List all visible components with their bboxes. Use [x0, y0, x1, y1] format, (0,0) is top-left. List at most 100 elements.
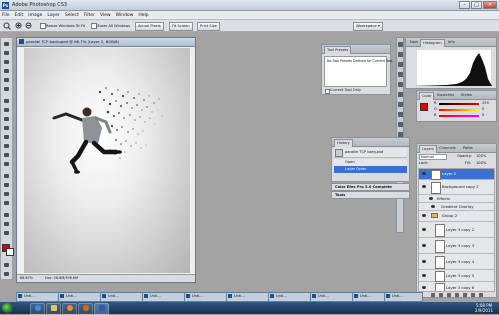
canvas[interactable] — [24, 48, 190, 273]
minimize-button[interactable]: – — [459, 1, 470, 9]
tab-histogram[interactable]: Histogram — [420, 39, 445, 47]
slice-tool-icon[interactable] — [3, 86, 11, 92]
layer-row[interactable]: Layer 3 copy 2 — [419, 222, 494, 238]
tab-color[interactable]: Color — [419, 92, 435, 100]
minimized-doc-tab[interactable]: Unti... — [384, 292, 423, 302]
eye-icon[interactable] — [422, 185, 426, 188]
explorer-icon[interactable] — [46, 303, 61, 315]
screen-mode-icon[interactable] — [3, 271, 11, 277]
zoom-tool-icon[interactable] — [3, 22, 11, 30]
history-step-selected[interactable]: Layer Order — [334, 166, 407, 173]
layer-effects-row[interactable]: Effects — [419, 195, 494, 203]
channel-r-value[interactable]: 255 — [482, 101, 489, 106]
layer-row[interactable]: Background copy 2 — [419, 180, 494, 195]
ie-icon[interactable] — [30, 303, 45, 315]
background-color-swatch[interactable] — [6, 248, 14, 256]
dock-icon-3[interactable] — [398, 62, 403, 67]
start-orb-icon[interactable] — [2, 303, 13, 313]
layer-style-icon[interactable] — [438, 293, 443, 297]
media-player-icon[interactable] — [62, 303, 77, 315]
eye-icon[interactable] — [422, 244, 426, 247]
dock-icon-4[interactable] — [398, 72, 403, 77]
eye-icon[interactable] — [431, 205, 435, 208]
history-step-open[interactable]: Open — [334, 159, 407, 166]
eye-icon[interactable] — [422, 214, 426, 217]
eye-icon[interactable] — [422, 260, 426, 263]
photoshop-taskbar-icon[interactable] — [94, 303, 109, 315]
new-group-icon[interactable] — [462, 293, 467, 297]
menu-edit[interactable]: Edit — [15, 13, 24, 18]
tab-styles[interactable]: Styles — [459, 92, 474, 99]
eye-icon[interactable] — [422, 172, 426, 175]
blue-slider[interactable] — [439, 115, 479, 117]
actual-pixels-button[interactable]: Actual Pixels — [135, 22, 164, 31]
fit-screen-button[interactable]: Fit Screen — [169, 22, 193, 31]
menu-window[interactable]: Window — [116, 13, 134, 18]
zoom-out-icon[interactable] — [25, 22, 33, 30]
menu-image[interactable]: Image — [28, 13, 42, 18]
move-tool-icon[interactable] — [3, 41, 11, 47]
dock-icon-5[interactable] — [398, 82, 403, 87]
fill-value[interactable]: 100% — [476, 161, 486, 166]
eraser-tool-icon[interactable] — [3, 134, 11, 140]
channel-g-value[interactable]: 0 — [482, 107, 484, 112]
menu-view[interactable]: View — [100, 13, 111, 18]
quick-mask-icon[interactable] — [3, 262, 11, 268]
dock-icon-2[interactable] — [398, 52, 403, 57]
close-button[interactable]: ✕ — [483, 1, 497, 9]
layer-row[interactable]: Layer 3 copy 6 — [419, 282, 494, 291]
dock-icon-1[interactable] — [398, 42, 403, 47]
trash-icon[interactable] — [478, 293, 483, 297]
layer-effect-row[interactable]: Gradient Overlay — [419, 203, 494, 211]
layer-mask-icon[interactable] — [446, 293, 451, 297]
menu-file[interactable]: File — [2, 13, 10, 18]
group-row[interactable]: Group 2 — [419, 211, 494, 222]
eye-icon[interactable] — [422, 274, 426, 277]
layer-row[interactable]: Layer 3 copy 3 — [419, 238, 494, 254]
maximize-button[interactable]: □ — [471, 1, 482, 9]
channel-b-value[interactable]: 0 — [482, 113, 484, 118]
tab-layers[interactable]: Layers — [419, 145, 437, 153]
notes-tool-icon[interactable] — [3, 212, 11, 218]
red-slider[interactable] — [439, 103, 479, 105]
lasso-tool-icon[interactable] — [3, 59, 11, 65]
eyedropper-tool-icon[interactable] — [3, 221, 11, 227]
brush-tool-icon[interactable] — [3, 107, 11, 113]
dock-icon-6[interactable] — [398, 92, 403, 97]
marquee-tool-icon[interactable] — [3, 50, 11, 56]
dock-icon-8[interactable] — [398, 112, 403, 117]
layer-row-selected[interactable]: Layer 2 — [419, 169, 494, 180]
eye-icon[interactable] — [422, 228, 426, 231]
opacity-value[interactable]: 100% — [476, 154, 486, 159]
menu-select[interactable]: Select — [65, 13, 79, 18]
dodge-tool-icon[interactable] — [3, 161, 11, 167]
link-layers-icon[interactable] — [430, 293, 435, 297]
tab-info[interactable]: Info — [446, 39, 457, 46]
layer-row[interactable]: Layer 3 copy 5 — [419, 270, 494, 282]
pen-tool-icon[interactable] — [3, 173, 11, 179]
eye-icon[interactable] — [429, 197, 433, 200]
history-brush-tool-icon[interactable] — [3, 125, 11, 131]
menu-help[interactable]: Help — [138, 13, 148, 18]
firefox-icon[interactable] — [78, 303, 93, 315]
layer-row[interactable]: Layer 3 copy 4 — [419, 254, 494, 270]
shape-tool-icon[interactable] — [3, 200, 11, 206]
history-snapshot[interactable]: parallel TCP bany.psd — [334, 148, 407, 158]
color-panel-foreground[interactable] — [420, 103, 428, 111]
tab-paths[interactable]: Paths — [461, 145, 475, 152]
tab-swatches[interactable]: Swatches — [435, 92, 456, 99]
type-tool-icon[interactable] — [3, 182, 11, 188]
adjustment-layer-icon[interactable] — [454, 293, 459, 297]
tab-history[interactable]: History — [334, 139, 353, 147]
menu-layer[interactable]: Layer — [47, 13, 60, 18]
tab-channels[interactable]: Channels — [437, 145, 458, 152]
green-slider[interactable] — [439, 109, 479, 111]
blend-mode-dropdown[interactable]: Normal — [419, 154, 447, 160]
quick-select-tool-icon[interactable] — [3, 68, 11, 74]
crop-tool-icon[interactable] — [3, 77, 11, 83]
tools-panel[interactable]: Tools — [331, 191, 410, 199]
workspace-dropdown[interactable]: Workspace ▾ — [353, 22, 383, 31]
menu-filter[interactable]: Filter — [84, 13, 95, 18]
zoom-level[interactable]: 66.67% — [20, 275, 33, 281]
system-clock[interactable]: 5:08 PM 2/9/2011 — [475, 303, 493, 313]
